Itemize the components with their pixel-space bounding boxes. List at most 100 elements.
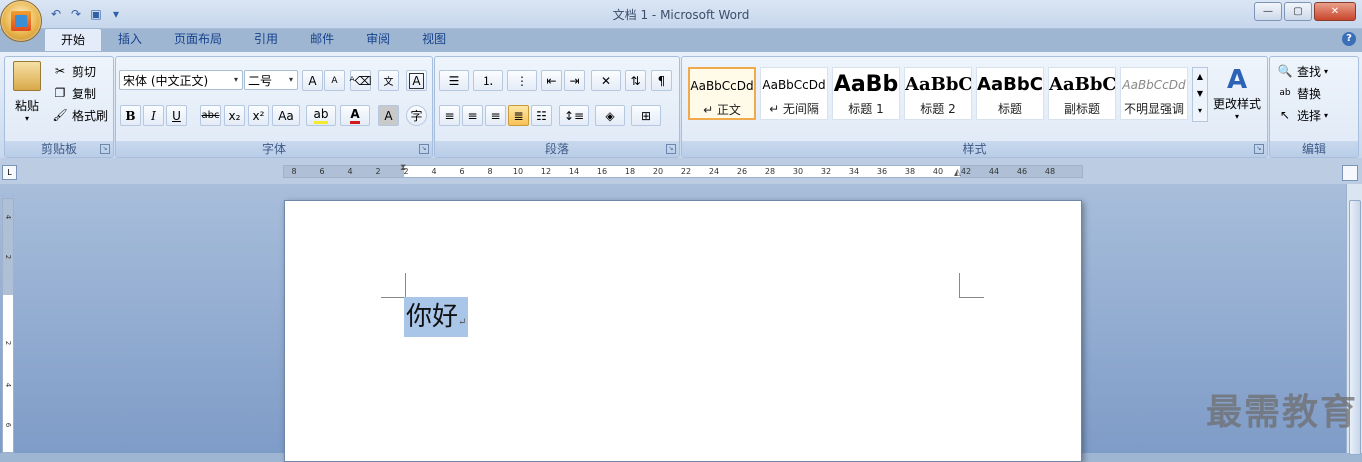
borders-icon: ⊞ xyxy=(640,108,652,123)
tab-stop-selector[interactable]: L xyxy=(2,165,17,180)
save-icon[interactable]: ▣ xyxy=(88,6,104,22)
style-no-spacing[interactable]: AaBbCcDd ↵ 无间隔 xyxy=(760,67,828,120)
style-preview: AaBbCcDd xyxy=(690,79,754,93)
find-button[interactable]: 🔍 查找 ▾ xyxy=(1276,61,1329,81)
vertical-ruler[interactable]: 4 2 2 4 6 xyxy=(2,198,14,453)
cut-label: 剪切 xyxy=(72,64,97,79)
help-icon[interactable]: ? xyxy=(1342,32,1356,46)
strikethrough-button[interactable]: abc xyxy=(200,105,221,126)
style-subtle-emphasis[interactable]: AaBbCcDd 不明显强调 xyxy=(1120,67,1188,120)
view-ruler-icon[interactable] xyxy=(1342,165,1358,181)
clear-format-button[interactable]: ᴬ⌫ xyxy=(349,70,372,91)
font-launcher-icon[interactable]: ↘ xyxy=(419,144,429,154)
indent-marker-icon[interactable]: ⧗ xyxy=(400,163,406,173)
chevron-down-icon[interactable]: ▼ xyxy=(1193,85,1207,102)
replace-button[interactable]: ab 替换 xyxy=(1276,83,1321,103)
font-size-select[interactable]: 二号 ▾ xyxy=(244,70,298,90)
style-normal[interactable]: AaBbCcDd ↵ 正文 xyxy=(688,67,756,120)
cut-button[interactable]: ✂ 剪切 xyxy=(51,61,96,81)
copy-button[interactable]: ❐ 复制 xyxy=(51,83,96,103)
show-marks-button[interactable]: ¶ xyxy=(651,70,672,91)
ruler-tick-label: 16 xyxy=(596,167,608,176)
line-spacing-button[interactable]: ↕≡ xyxy=(559,105,589,126)
font-color-button[interactable]: A xyxy=(340,105,370,126)
style-subtitle[interactable]: AaBbC 副标题 xyxy=(1048,67,1116,120)
multilevel-list-icon: ⋮ xyxy=(516,73,528,88)
decrease-indent-button[interactable]: ⇤ xyxy=(541,70,562,91)
select-button[interactable]: ↖ 选择 ▾ xyxy=(1276,105,1328,125)
change-styles-label: 更改样式 xyxy=(1212,97,1261,111)
phonetic-guide-button[interactable]: 文 xyxy=(378,70,399,91)
undo-icon[interactable]: ↶ xyxy=(48,6,64,22)
align-left-button[interactable]: ≡ xyxy=(439,105,460,126)
customize-icon[interactable]: ▾ xyxy=(108,6,124,22)
char-border-button[interactable]: A xyxy=(406,70,427,91)
tab-view[interactable]: 视图 xyxy=(406,28,462,50)
distributed-button[interactable]: ☷ xyxy=(531,105,552,126)
tab-page-layout[interactable]: 页面布局 xyxy=(158,28,238,50)
bold-button[interactable]: B xyxy=(120,105,141,126)
chevron-up-icon[interactable]: ▲ xyxy=(1193,68,1207,85)
more-styles-icon[interactable]: ▾ xyxy=(1193,102,1207,119)
paint-bucket-icon: ◈ xyxy=(605,108,615,123)
enclose-char-button[interactable]: 字 xyxy=(406,105,427,126)
justify-button[interactable]: ≣ xyxy=(508,105,529,126)
window-controls: — ▢ ✕ xyxy=(1254,2,1356,21)
ruler-margin-left xyxy=(284,166,404,177)
grow-font-button[interactable]: A xyxy=(302,70,323,91)
chinese-layout-button[interactable]: ✕ xyxy=(591,70,621,91)
paragraph-group-label: 段落 xyxy=(435,141,679,157)
bullets-button[interactable]: ☰ xyxy=(439,70,469,91)
paste-button[interactable]: 粘贴 ▾ xyxy=(9,61,45,131)
borders-button[interactable]: ⊞ xyxy=(631,105,661,126)
style-title[interactable]: AaBbC 标题 xyxy=(976,67,1044,120)
horizontal-ruler[interactable]: 8 6 4 2 2 4 6 8 10 12 14 16 18 20 22 24 26 28 30 32 34 36 38 40… xyxy=(283,163,1083,178)
underline-button[interactable]: U xyxy=(166,105,187,126)
align-center-button[interactable]: ≡ xyxy=(462,105,483,126)
tab-review[interactable]: 审阅 xyxy=(350,28,406,50)
scissors-icon: ✂ xyxy=(54,64,66,78)
highlight-button[interactable]: ab xyxy=(306,105,336,126)
shrink-font-icon: A xyxy=(331,75,338,86)
shading-button[interactable]: ◈ xyxy=(595,105,625,126)
right-indent-icon[interactable]: ◭ xyxy=(954,168,961,178)
italic-button[interactable]: I xyxy=(143,105,164,126)
tab-home[interactable]: 开始 xyxy=(44,28,103,51)
redo-icon[interactable]: ↷ xyxy=(68,6,84,22)
char-shading-button[interactable]: A xyxy=(378,105,399,126)
align-right-button[interactable]: ≡ xyxy=(485,105,506,126)
copy-icon: ❐ xyxy=(54,86,66,100)
ruler-tick-label: 48 xyxy=(1044,167,1056,176)
multilevel-list-button[interactable]: ⋮ xyxy=(507,70,537,91)
change-case-button[interactable]: Aa xyxy=(272,105,300,126)
bullets-icon: ☰ xyxy=(448,73,460,88)
document-text[interactable]: 你好↵ xyxy=(404,297,469,337)
styles-scroll[interactable]: ▲ ▼ ▾ xyxy=(1192,67,1208,122)
sort-button[interactable]: ⇅ xyxy=(625,70,646,91)
styles-launcher-icon[interactable]: ↘ xyxy=(1254,144,1264,154)
paragraph-launcher-icon[interactable]: ↘ xyxy=(666,144,676,154)
tab-mailings[interactable]: 邮件 xyxy=(294,28,350,50)
change-styles-icon: A xyxy=(1226,65,1248,95)
font-name-select[interactable]: 宋体 (中文正文) ▾ xyxy=(119,70,243,90)
font-name-value: 宋体 (中文正文) xyxy=(123,74,209,88)
style-heading-2[interactable]: AaBbC 标题 2 xyxy=(904,67,972,120)
subscript-button[interactable]: x₂ xyxy=(224,105,245,126)
style-heading-1[interactable]: AaBb 标题 1 xyxy=(832,67,900,120)
underline-icon: U xyxy=(172,108,181,123)
superscript-button[interactable]: x² xyxy=(248,105,269,126)
tab-insert[interactable]: 插入 xyxy=(102,28,158,50)
editing-group-label: 编辑 xyxy=(1270,141,1358,157)
close-button[interactable]: ✕ xyxy=(1314,2,1356,21)
subscript-icon: x₂ xyxy=(228,108,241,123)
shrink-font-button[interactable]: A xyxy=(324,70,345,91)
numbering-button[interactable]: ⒈ xyxy=(473,70,503,91)
format-painter-button[interactable]: 🖌 格式刷 xyxy=(51,105,108,125)
tab-references[interactable]: 引用 xyxy=(238,28,294,50)
change-styles-button[interactable]: A 更改样式 ▾ xyxy=(1210,65,1264,121)
minimize-button[interactable]: — xyxy=(1254,2,1282,21)
clipboard-launcher-icon[interactable]: ↘ xyxy=(100,144,110,154)
maximize-button[interactable]: ▢ xyxy=(1284,2,1312,21)
office-button[interactable] xyxy=(0,0,42,42)
increase-indent-button[interactable]: ⇥ xyxy=(564,70,585,91)
